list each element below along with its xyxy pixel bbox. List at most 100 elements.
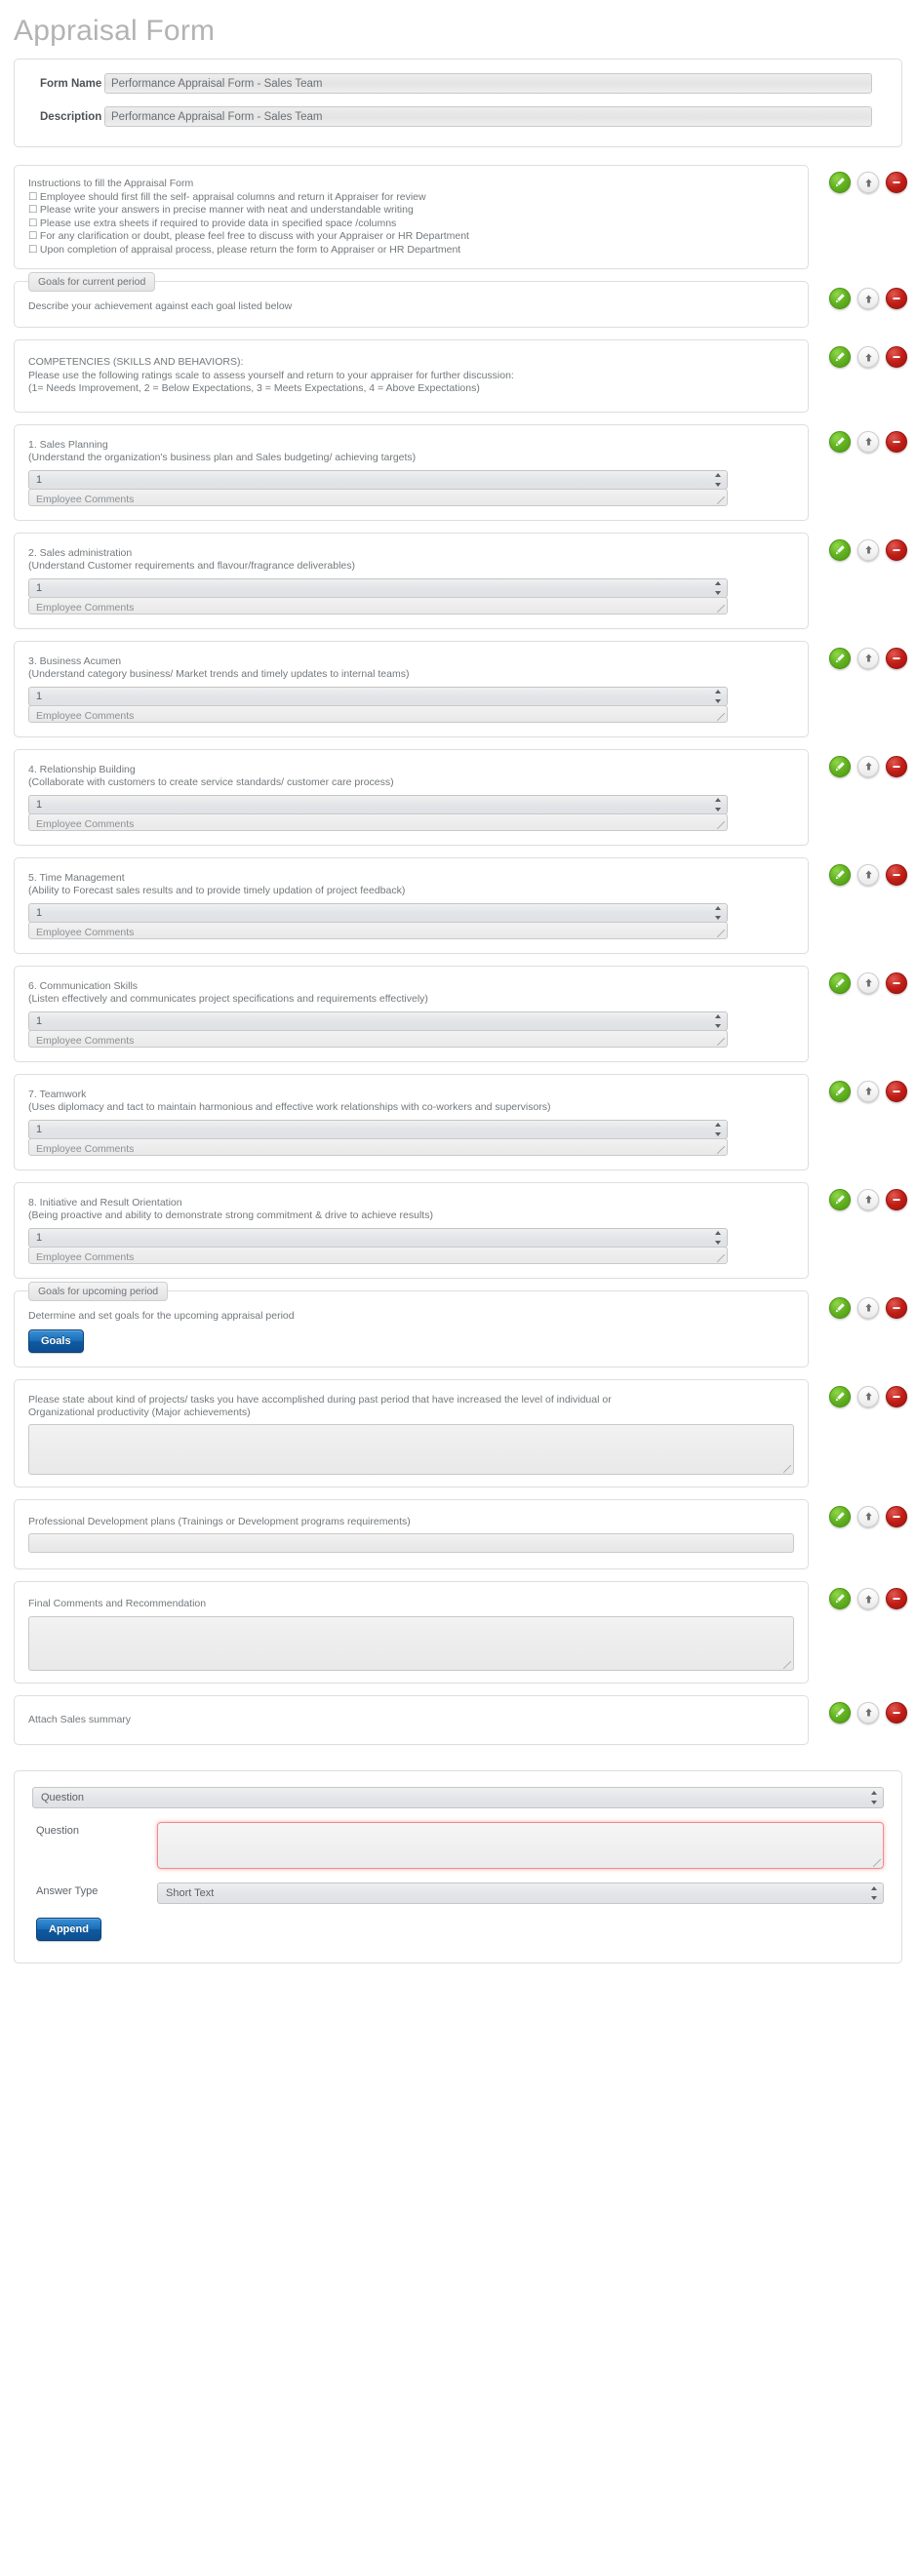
form-name-input[interactable]: Performance Appraisal Form - Sales Team [104,73,872,94]
edit-section-button[interactable] [829,647,851,669]
remove-section-button[interactable] [886,1188,907,1210]
resize-grip-icon[interactable] [873,1859,881,1867]
competency-rating-select[interactable]: 1 [28,686,728,706]
spinner-icon[interactable] [714,689,721,703]
edit-section-button[interactable] [829,1080,851,1102]
resize-grip-icon[interactable] [783,1464,791,1473]
competency-comments-textarea[interactable]: Employee Comments [28,1246,728,1264]
append-button[interactable]: Append [36,1918,101,1941]
remove-section-button[interactable] [886,1080,907,1102]
question-textarea[interactable] [157,1822,884,1869]
edit-section-button[interactable] [829,538,851,561]
competency-comments-textarea[interactable]: Employee Comments [28,488,728,506]
resize-grip-icon[interactable] [783,1660,791,1669]
edit-section-button[interactable] [829,1588,851,1609]
competency-comments-textarea[interactable]: Employee Comments [28,704,728,723]
move-up-button[interactable] [857,971,879,994]
move-up-button[interactable] [857,755,879,777]
move-up-button[interactable] [857,346,879,368]
competency-comments-textarea[interactable]: Employee Comments [28,1029,728,1048]
move-up-button[interactable] [857,538,879,561]
goals-button[interactable]: Goals [28,1328,84,1353]
remove-section-button[interactable] [886,755,907,777]
move-up-button[interactable] [857,1188,879,1210]
resize-grip-icon[interactable] [717,712,725,721]
remove-section-button[interactable] [886,346,907,368]
remove-section-button[interactable] [886,647,907,669]
form-header-card: Form Name Performance Appraisal Form - S… [14,59,902,147]
competency-rating-select[interactable]: 1 [28,794,728,814]
remove-section-button[interactable] [886,172,907,193]
move-up-button[interactable] [857,430,879,453]
edit-section-button[interactable] [829,288,851,309]
goals-current-section: Goals for current period Describe your a… [14,272,907,328]
spinner-icon[interactable] [714,1013,721,1028]
edit-section-button[interactable] [829,755,851,777]
move-up-button[interactable] [857,1080,879,1102]
spinner-icon[interactable] [714,472,721,487]
competency-rating-select[interactable]: 1 [28,1011,728,1031]
professional-development-section: Professional Development plans (Training… [14,1498,907,1569]
competency-rating-select[interactable]: 1 [28,577,728,598]
resize-grip-icon[interactable] [717,820,725,829]
competency-rating-select[interactable]: 1 [28,469,728,490]
remove-section-button[interactable] [886,430,907,453]
edit-section-button[interactable] [829,430,851,453]
edit-section-button[interactable] [829,1701,851,1724]
remove-section-button[interactable] [886,1296,907,1319]
edit-section-button[interactable] [829,346,851,368]
edit-section-button[interactable] [829,1188,851,1210]
competency-comments-textarea[interactable]: Employee Comments [28,1137,728,1156]
competency-rating-select[interactable]: 1 [28,1227,728,1248]
spinner-icon[interactable] [714,1122,721,1136]
remove-section-button[interactable] [886,1385,907,1407]
professional-development-input[interactable] [28,1533,794,1553]
spinner-icon[interactable] [714,905,721,920]
edit-section-button[interactable] [829,1505,851,1527]
competency-rating-select[interactable]: 1 [28,1119,728,1139]
spinner-icon[interactable] [714,797,721,812]
edit-section-button[interactable] [829,1385,851,1407]
competency-comments-textarea[interactable]: Employee Comments [28,812,728,831]
resize-grip-icon[interactable] [717,929,725,937]
spinner-icon[interactable] [870,1791,877,1804]
move-up-button[interactable] [857,1385,879,1407]
resize-grip-icon[interactable] [717,1037,725,1046]
remove-section-button[interactable] [886,971,907,994]
description-input[interactable]: Performance Appraisal Form - Sales Team [104,106,872,127]
move-up-button[interactable] [857,172,879,193]
resize-grip-icon[interactable] [717,1253,725,1262]
edit-section-button[interactable] [829,971,851,994]
remove-section-button[interactable] [886,288,907,309]
remove-section-button[interactable] [886,1505,907,1527]
resize-grip-icon[interactable] [717,1145,725,1154]
move-up-button[interactable] [857,288,879,309]
move-up-button[interactable] [857,647,879,669]
move-up-button[interactable] [857,1296,879,1319]
spinner-icon[interactable] [714,580,721,595]
achievements-textarea[interactable] [28,1423,794,1475]
remove-section-button[interactable] [886,538,907,561]
competency-comments-textarea[interactable]: Employee Comments [28,921,728,939]
move-up-button[interactable] [857,1505,879,1527]
edit-section-button[interactable] [829,172,851,193]
element-type-select[interactable]: Question [32,1787,884,1808]
final-comments-textarea[interactable] [28,1615,794,1671]
section-actions [829,1701,907,1724]
spinner-icon[interactable] [870,1886,877,1900]
move-up-button[interactable] [857,863,879,886]
answer-type-select[interactable]: Short Text [157,1882,884,1904]
move-up-button[interactable] [857,1701,879,1724]
spinner-icon[interactable] [714,1230,721,1245]
remove-section-button[interactable] [886,1701,907,1724]
competency-rating-select[interactable]: 1 [28,902,728,923]
move-up-button[interactable] [857,1588,879,1609]
competency-subtitle: (Being proactive and ability to demonstr… [28,1209,433,1221]
resize-grip-icon[interactable] [717,604,725,613]
edit-section-button[interactable] [829,863,851,886]
edit-section-button[interactable] [829,1296,851,1319]
resize-grip-icon[interactable] [717,495,725,504]
remove-section-button[interactable] [886,863,907,886]
remove-section-button[interactable] [886,1588,907,1609]
competency-comments-textarea[interactable]: Employee Comments [28,596,728,614]
